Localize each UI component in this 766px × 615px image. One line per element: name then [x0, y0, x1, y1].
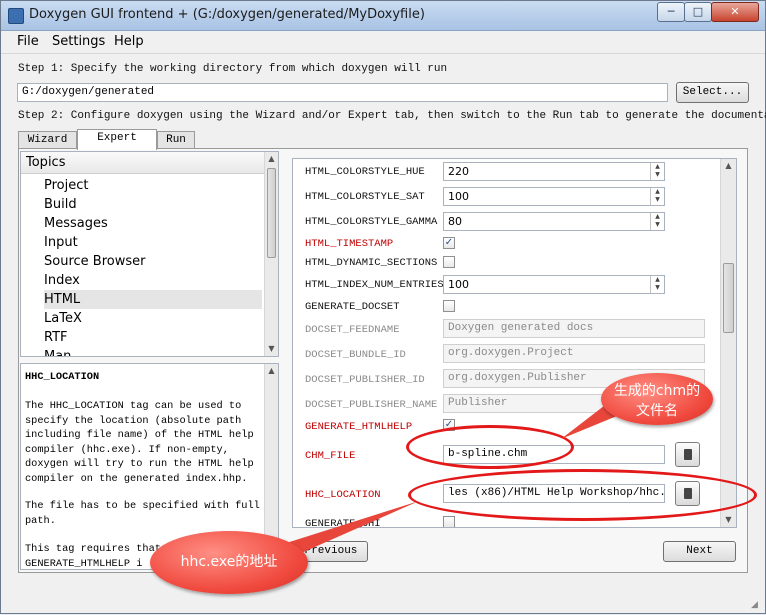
callout-pointers — [261, 399, 629, 561]
doxygen-window: Doxygen GUI frontend + (G:/doxygen/gener… — [0, 0, 766, 614]
hhc-location-callout: hhc.exe的地址 — [150, 531, 308, 594]
chm-file-callout: 生成的chm的 文件名 — [601, 373, 713, 425]
chm-callout-line-2: 文件名 — [636, 403, 678, 419]
chm-callout-line-1: 生成的chm的 — [613, 383, 701, 399]
hhc-callout-text: hhc.exe的地址 — [180, 554, 278, 570]
